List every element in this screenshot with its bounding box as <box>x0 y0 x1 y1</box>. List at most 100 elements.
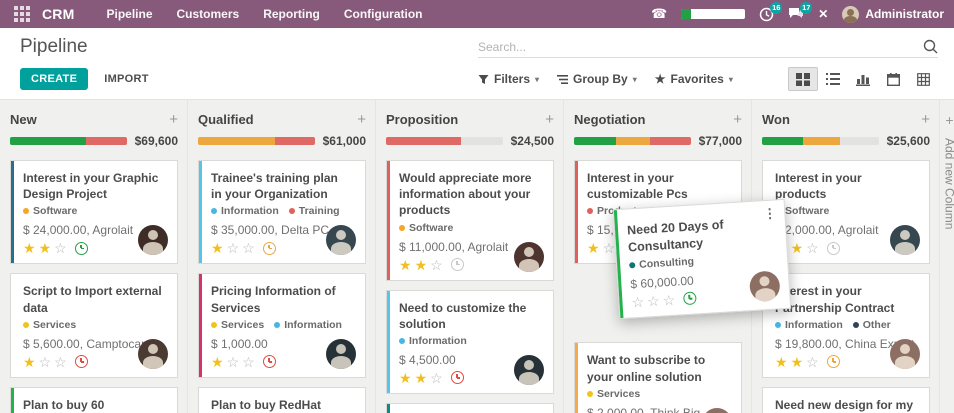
pivot-view-button[interactable] <box>908 67 938 91</box>
messages-chat-icon[interactable]: 17 <box>788 7 804 21</box>
app-title[interactable]: CRM <box>42 6 74 22</box>
priority-star-icon[interactable]: ★ <box>775 355 788 369</box>
activity-clock-icon[interactable] <box>683 292 697 306</box>
kanban-view-button[interactable] <box>788 67 818 91</box>
activity-clock-icon[interactable] <box>263 242 276 255</box>
progressbar-segment[interactable] <box>10 137 86 145</box>
card-tag: Services <box>23 319 76 331</box>
import-button[interactable]: IMPORT <box>104 73 149 85</box>
opportunity-card[interactable]: ⋮ Plan to buy 60 keyboards Product $ 40,… <box>10 387 178 413</box>
priority-star-icon[interactable]: ☆ <box>54 241 67 255</box>
group-by-dropdown[interactable]: Group By▾ <box>557 72 637 86</box>
usage-gauge[interactable] <box>681 9 745 19</box>
tag-color-dot <box>853 322 859 328</box>
activities-clock-icon[interactable]: 16 <box>759 7 774 22</box>
column-add-icon[interactable]: + <box>169 112 178 127</box>
menu-configuration[interactable]: Configuration <box>344 7 423 21</box>
priority-star-icon[interactable]: ☆ <box>227 355 240 369</box>
column-add-icon[interactable]: + <box>733 112 742 127</box>
calendar-view-button[interactable] <box>878 67 908 91</box>
add-new-column[interactable]: + Add new Column <box>940 100 954 413</box>
priority-star-icon[interactable]: ☆ <box>227 241 240 255</box>
priority-star-icon[interactable]: ★ <box>587 241 600 255</box>
activity-clock-icon[interactable] <box>451 371 464 384</box>
progressbar-segment[interactable] <box>616 137 650 145</box>
priority-star-icon[interactable]: ☆ <box>806 241 819 255</box>
menu-reporting[interactable]: Reporting <box>263 7 320 21</box>
opportunity-card[interactable]: ⋮ Plan to buy RedHat servers Product $ 2… <box>198 387 366 413</box>
list-view-button[interactable] <box>818 67 848 91</box>
opportunity-card[interactable]: ⋮ Script to Import external data Service… <box>10 273 178 377</box>
user-menu[interactable]: Administrator <box>842 6 944 23</box>
create-button[interactable]: CREATE <box>20 68 88 90</box>
opportunity-card[interactable]: ⋮ “Resource Planning” project develpment… <box>386 403 554 413</box>
priority-star-icon[interactable]: ☆ <box>430 258 443 272</box>
menu-pipeline[interactable]: Pipeline <box>106 7 152 21</box>
phone-icon[interactable]: ☎ <box>651 6 667 22</box>
priority-star-icon[interactable]: ☆ <box>242 355 255 369</box>
priority-star-icon[interactable]: ★ <box>211 355 224 369</box>
priority-star-icon[interactable]: ☆ <box>39 355 52 369</box>
priority-star-icon[interactable]: ★ <box>23 241 36 255</box>
priority-star-icon[interactable]: ☆ <box>54 355 67 369</box>
opportunity-card[interactable]: ⋮ Pricing Information of Services Servic… <box>198 273 366 377</box>
activity-clock-icon[interactable] <box>451 258 464 271</box>
priority-star-icon[interactable]: ★ <box>23 355 36 369</box>
activity-clock-icon[interactable] <box>75 355 88 368</box>
progressbar-segment[interactable] <box>386 137 461 145</box>
column-add-icon[interactable]: + <box>357 112 366 127</box>
menu-customers[interactable]: Customers <box>177 7 240 21</box>
progressbar-segment[interactable] <box>574 137 616 145</box>
column-progressbar[interactable] <box>762 137 879 145</box>
opportunity-card[interactable]: ⋮ Need new design for my website Design … <box>762 387 930 413</box>
progressbar-segment[interactable] <box>803 137 840 145</box>
column-add-icon[interactable]: + <box>545 112 554 127</box>
progressbar-segment[interactable] <box>650 137 691 145</box>
column-progressbar[interactable] <box>574 137 691 145</box>
opportunity-card[interactable]: ⋮ Interest in your Graphic Design Projec… <box>10 160 178 264</box>
card-tag: Information <box>274 319 342 331</box>
priority-star-icon[interactable]: ☆ <box>806 355 819 369</box>
priority-star-icon[interactable]: ☆ <box>603 241 616 255</box>
progressbar-segment[interactable] <box>275 137 315 145</box>
favorites-dropdown[interactable]: ★ Favorites▾ <box>655 72 733 86</box>
filters-dropdown[interactable]: Filters▾ <box>478 72 539 86</box>
priority-star-icon[interactable]: ☆ <box>662 292 675 307</box>
priority-star-icon[interactable]: ☆ <box>242 241 255 255</box>
card-accent-bar <box>199 274 202 376</box>
progressbar-segment[interactable] <box>86 137 127 145</box>
priority-star-icon[interactable]: ☆ <box>647 293 660 308</box>
column-progressbar[interactable] <box>10 137 127 145</box>
kebab-menu-icon[interactable]: ⋮ <box>763 205 777 222</box>
search-icon[interactable] <box>923 39 938 54</box>
priority-star-icon[interactable]: ★ <box>791 241 804 255</box>
priority-star-icon[interactable]: ★ <box>39 241 52 255</box>
graph-view-button[interactable] <box>848 67 878 91</box>
activity-clock-icon[interactable] <box>263 355 276 368</box>
opportunity-card[interactable]: ⋮ Would appreciate more information abou… <box>386 160 554 281</box>
priority-star-icon[interactable]: ★ <box>399 258 412 272</box>
tag-color-dot <box>274 322 280 328</box>
opportunity-card[interactable]: ⋮ Want to subscribe to your online solut… <box>574 342 742 413</box>
opportunity-card[interactable]: ⋮ Trainee's training plan in your Organi… <box>198 160 366 264</box>
activity-clock-icon[interactable] <box>827 242 840 255</box>
activity-clock-icon[interactable] <box>827 355 840 368</box>
column-progressbar[interactable] <box>198 137 315 145</box>
column-progressbar[interactable] <box>386 137 503 145</box>
close-icon[interactable]: ✕ <box>818 7 828 21</box>
priority-star-icon[interactable]: ★ <box>415 258 428 272</box>
priority-star-icon[interactable]: ★ <box>211 241 224 255</box>
progressbar-segment[interactable] <box>762 137 803 145</box>
priority-star-icon[interactable]: ☆ <box>631 294 644 309</box>
priority-star-icon[interactable]: ☆ <box>430 371 443 385</box>
priority-star-icon[interactable]: ★ <box>399 371 412 385</box>
column-add-icon[interactable]: + <box>921 112 930 127</box>
dragged-opportunity-card[interactable]: ⋮ Need 20 Days of Consultancy Consulting… <box>613 199 791 319</box>
search-input[interactable] <box>478 40 923 54</box>
progressbar-segment[interactable] <box>198 137 275 145</box>
apps-grid-icon[interactable] <box>14 6 30 22</box>
priority-star-icon[interactable]: ★ <box>791 355 804 369</box>
priority-star-icon[interactable]: ★ <box>415 371 428 385</box>
activity-clock-icon[interactable] <box>75 242 88 255</box>
opportunity-card[interactable]: ⋮ Need to customize the solution Informa… <box>386 290 554 394</box>
